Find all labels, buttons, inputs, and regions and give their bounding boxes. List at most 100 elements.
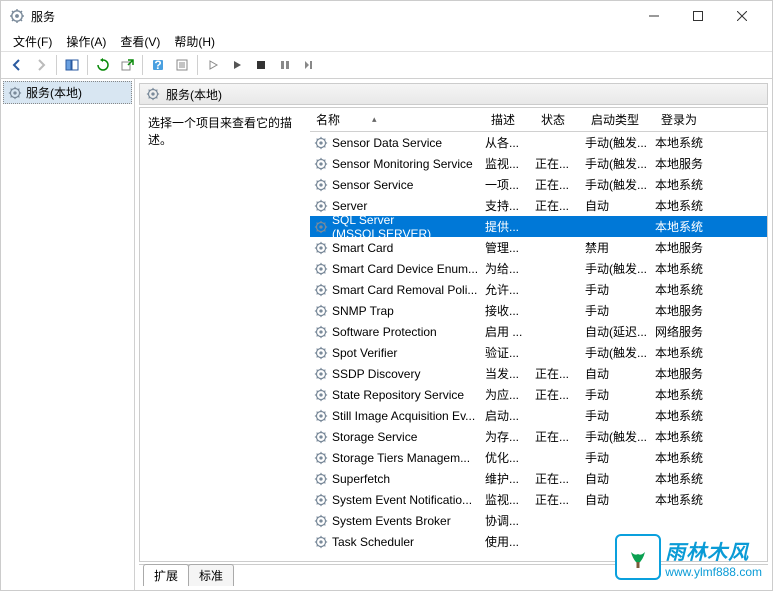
start-service-button[interactable] bbox=[201, 53, 225, 77]
service-logon: 本地系统 bbox=[655, 407, 767, 424]
service-logon: 本地系统 bbox=[655, 491, 767, 508]
properties-button[interactable] bbox=[170, 53, 194, 77]
service-status: 正在... bbox=[535, 365, 585, 382]
service-row[interactable]: Smart Card 管理... 禁用 本地服务 bbox=[310, 237, 767, 258]
service-row[interactable]: SQL Server (MSSQLSERVER) 提供... 本地系统 bbox=[310, 216, 767, 237]
service-startup: 手动 bbox=[585, 407, 655, 424]
service-startup: 自动(延迟... bbox=[585, 323, 655, 340]
tab-extended[interactable]: 扩展 bbox=[143, 564, 189, 586]
gear-icon bbox=[314, 535, 328, 549]
column-status[interactable]: 状态 bbox=[535, 108, 585, 132]
service-row[interactable]: Sensor Data Service 从各... 手动(触发... 本地系统 bbox=[310, 132, 767, 153]
service-name: Sensor Monitoring Service bbox=[332, 157, 473, 171]
menu-help[interactable]: 帮助(H) bbox=[168, 31, 221, 52]
service-row[interactable]: Smart Card Device Enum... 为给... 手动(触发...… bbox=[310, 258, 767, 279]
gear-icon bbox=[314, 220, 328, 234]
window-title: 服务 bbox=[31, 8, 632, 25]
service-startup: 禁用 bbox=[585, 239, 655, 256]
menu-view[interactable]: 查看(V) bbox=[114, 31, 166, 52]
service-row[interactable]: Storage Service 为存... 正在... 手动(触发... 本地系… bbox=[310, 426, 767, 447]
service-row[interactable]: Superfetch 维护... 正在... 自动 本地系统 bbox=[310, 468, 767, 489]
refresh-button[interactable] bbox=[91, 53, 115, 77]
gear-icon bbox=[314, 451, 328, 465]
service-row[interactable]: Spot Verifier 验证... 手动(触发... 本地系统 bbox=[310, 342, 767, 363]
gear-icon bbox=[314, 388, 328, 402]
menu-file[interactable]: 文件(F) bbox=[7, 31, 58, 52]
close-button[interactable] bbox=[720, 1, 764, 31]
column-logon[interactable]: 登录为 bbox=[655, 108, 767, 132]
service-row[interactable]: Storage Tiers Managem... 优化... 手动 本地系统 bbox=[310, 447, 767, 468]
pause-service-button[interactable] bbox=[273, 53, 297, 77]
back-button[interactable] bbox=[5, 53, 29, 77]
service-startup: 手动(触发... bbox=[585, 344, 655, 361]
service-row[interactable]: Still Image Acquisition Ev... 启动... 手动 本… bbox=[310, 405, 767, 426]
service-startup: 自动 bbox=[585, 365, 655, 382]
service-name: SQL Server (MSSQLSERVER) bbox=[332, 213, 485, 241]
tree-pane: 服务(本地) bbox=[1, 79, 135, 590]
titlebar: 服务 bbox=[1, 1, 772, 31]
service-logon: 本地系统 bbox=[655, 218, 767, 235]
service-logon: 本地系统 bbox=[655, 197, 767, 214]
service-desc: 优化... bbox=[485, 449, 535, 466]
service-row[interactable]: Smart Card Removal Poli... 允许... 手动 本地系统 bbox=[310, 279, 767, 300]
restart-service-button[interactable] bbox=[297, 53, 321, 77]
service-row[interactable]: Sensor Service 一项... 正在... 手动(触发... 本地系统 bbox=[310, 174, 767, 195]
service-status: 正在... bbox=[535, 470, 585, 487]
menu-action[interactable]: 操作(A) bbox=[60, 31, 112, 52]
restart-in-debug-button[interactable] bbox=[225, 53, 249, 77]
service-row[interactable]: SSDP Discovery 当发... 正在... 自动 本地服务 bbox=[310, 363, 767, 384]
service-startup: 手动(触发... bbox=[585, 176, 655, 193]
service-row[interactable]: SNMP Trap 接收... 手动 本地服务 bbox=[310, 300, 767, 321]
column-startup[interactable]: 启动类型 bbox=[585, 108, 655, 132]
help-button[interactable]: ? bbox=[146, 53, 170, 77]
service-startup: 手动 bbox=[585, 386, 655, 403]
service-startup: 手动(触发... bbox=[585, 134, 655, 151]
column-name[interactable]: 名称▴ bbox=[310, 108, 485, 132]
toolbar: ? bbox=[1, 51, 772, 79]
service-desc: 接收... bbox=[485, 302, 535, 319]
service-row[interactable]: Sensor Monitoring Service 监视... 正在... 手动… bbox=[310, 153, 767, 174]
minimize-button[interactable] bbox=[632, 1, 676, 31]
service-name: Sensor Service bbox=[332, 178, 413, 192]
service-row[interactable]: State Repository Service 为应... 正在... 手动 … bbox=[310, 384, 767, 405]
service-desc: 为存... bbox=[485, 428, 535, 445]
forward-button[interactable] bbox=[29, 53, 53, 77]
gear-icon bbox=[8, 86, 22, 100]
service-row[interactable]: System Event Notificatio... 监视... 正在... … bbox=[310, 489, 767, 510]
service-status: 正在... bbox=[535, 155, 585, 172]
service-row[interactable]: System Events Broker 协调... bbox=[310, 510, 767, 531]
service-logon: 网络服务 bbox=[655, 323, 767, 340]
maximize-button[interactable] bbox=[676, 1, 720, 31]
gear-icon bbox=[314, 199, 328, 213]
gear-icon bbox=[314, 325, 328, 339]
gear-icon bbox=[314, 472, 328, 486]
service-name: Spot Verifier bbox=[332, 346, 397, 360]
service-desc: 一项... bbox=[485, 176, 535, 193]
service-logon: 本地系统 bbox=[655, 176, 767, 193]
gear-icon bbox=[314, 241, 328, 255]
tree-root-services[interactable]: 服务(本地) bbox=[3, 81, 132, 104]
description-pane: 选择一个项目来查看它的描述。 bbox=[140, 108, 310, 561]
service-name: System Events Broker bbox=[332, 514, 451, 528]
service-name: System Event Notificatio... bbox=[332, 493, 472, 507]
service-desc: 支持... bbox=[485, 197, 535, 214]
export-button[interactable] bbox=[115, 53, 139, 77]
service-startup: 手动(触发... bbox=[585, 428, 655, 445]
stop-service-button[interactable] bbox=[249, 53, 273, 77]
tab-standard[interactable]: 标准 bbox=[188, 564, 234, 586]
watermark-logo bbox=[615, 534, 661, 580]
column-headers: 名称▴ 描述 状态 启动类型 登录为 bbox=[310, 108, 767, 132]
service-status: 正在... bbox=[535, 197, 585, 214]
gear-icon bbox=[314, 136, 328, 150]
gear-icon bbox=[314, 262, 328, 276]
service-name: Storage Service bbox=[332, 430, 417, 444]
watermark: 雨林木风 www.ylmf888.com bbox=[615, 534, 762, 580]
show-hide-tree-button[interactable] bbox=[60, 53, 84, 77]
service-startup: 手动(触发... bbox=[585, 155, 655, 172]
column-desc[interactable]: 描述 bbox=[485, 108, 535, 132]
service-desc: 从各... bbox=[485, 134, 535, 151]
service-desc: 协调... bbox=[485, 512, 535, 529]
gear-icon bbox=[314, 514, 328, 528]
service-row[interactable]: Software Protection 启用 ... 自动(延迟... 网络服务 bbox=[310, 321, 767, 342]
service-desc: 启用 ... bbox=[485, 323, 535, 340]
